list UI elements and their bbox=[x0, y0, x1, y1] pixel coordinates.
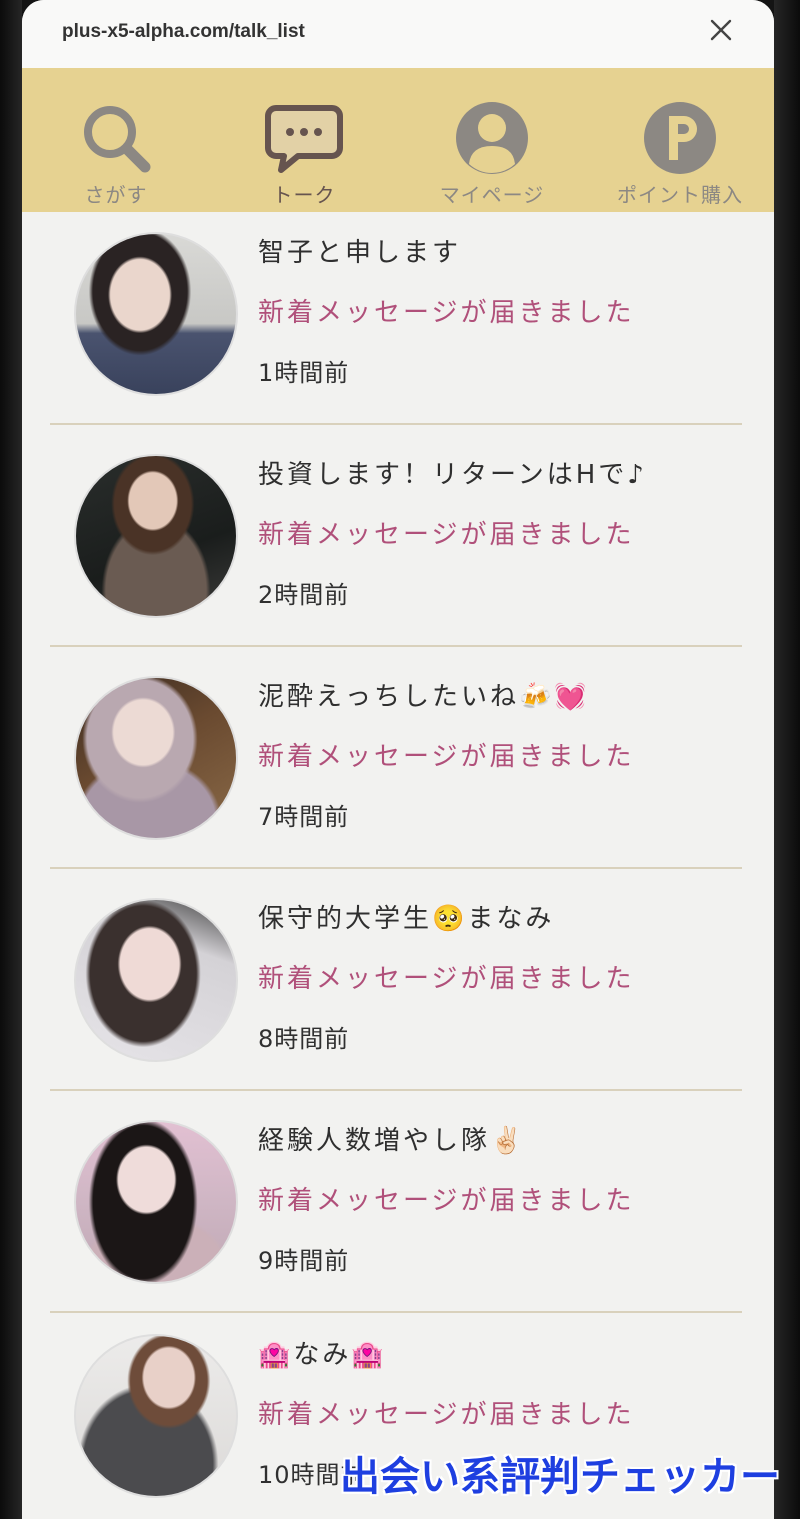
point-p-icon bbox=[640, 98, 720, 178]
talk-text: 保守的大学生🥺まなみ 新着メッセージが届きました 8時間前 bbox=[258, 869, 738, 1089]
nav-item-mypage[interactable]: マイページ bbox=[398, 68, 586, 212]
talk-name: 保守的大学生🥺まなみ bbox=[258, 904, 555, 934]
talk-message: 新着メッセージが届きました bbox=[258, 520, 635, 550]
talk-item[interactable]: 保守的大学生🥺まなみ 新着メッセージが届きました 8時間前 bbox=[50, 869, 742, 1091]
user-circle-icon bbox=[452, 98, 532, 178]
browser-url-bar: plus-x5-alpha.com/talk_list bbox=[22, 0, 774, 68]
talk-text: 経験人数増やし隊✌🏻 新着メッセージが届きました 9時間前 bbox=[258, 1091, 738, 1311]
avatar bbox=[74, 676, 238, 840]
talk-list: 智子と申します 新着メッセージが届きました 1時間前 投資します！リターンはHで… bbox=[22, 203, 774, 1519]
talk-message: 新着メッセージが届きました bbox=[258, 1400, 635, 1430]
talk-message: 新着メッセージが届きました bbox=[258, 742, 635, 772]
talk-message: 新着メッセージが届きました bbox=[258, 1186, 635, 1216]
talk-message: 新着メッセージが届きました bbox=[258, 298, 635, 328]
phone-bezel-right bbox=[774, 0, 800, 1519]
chat-bubble-icon bbox=[264, 98, 344, 178]
talk-name: 経験人数増やし隊✌🏻 bbox=[258, 1126, 526, 1156]
talk-item[interactable]: 智子と申します 新着メッセージが届きました 1時間前 bbox=[50, 203, 742, 425]
talk-name: 投資します！リターンはHで♪ bbox=[258, 460, 647, 490]
close-icon bbox=[710, 19, 732, 41]
talk-name: 智子と申します bbox=[258, 238, 462, 268]
url-text[interactable]: plus-x5-alpha.com/talk_list bbox=[62, 21, 305, 43]
watermark: 出会い系評判チェッカー bbox=[340, 1454, 780, 1500]
talk-item[interactable]: 経験人数増やし隊✌🏻 新着メッセージが届きました 9時間前 bbox=[50, 1091, 742, 1313]
avatar bbox=[74, 232, 238, 396]
avatar bbox=[74, 454, 238, 618]
talk-time: 1時間前 bbox=[258, 359, 350, 387]
main-nav: さがす トーク マイページ ポイント購入 bbox=[22, 68, 774, 212]
nav-item-search[interactable]: さがす bbox=[22, 68, 210, 212]
talk-time: 7時間前 bbox=[258, 803, 350, 831]
phone-screen: plus-x5-alpha.com/talk_list さがす トーク マイペー… bbox=[22, 0, 774, 1519]
avatar bbox=[74, 1120, 238, 1284]
talk-time: 8時間前 bbox=[258, 1025, 350, 1053]
nav-item-points[interactable]: ポイント購入 bbox=[586, 68, 774, 212]
search-icon bbox=[76, 98, 156, 178]
talk-time: 9時間前 bbox=[258, 1247, 350, 1275]
avatar bbox=[74, 1334, 238, 1498]
phone-bezel-left bbox=[0, 0, 22, 1519]
close-button[interactable] bbox=[708, 17, 734, 43]
talk-time: 2時間前 bbox=[258, 581, 350, 609]
talk-name: 🏩なみ🏩 bbox=[258, 1340, 387, 1370]
talk-item[interactable]: 投資します！リターンはHで♪ 新着メッセージが届きました 2時間前 bbox=[50, 425, 742, 647]
talk-text: 智子と申します 新着メッセージが届きました 1時間前 bbox=[258, 203, 738, 423]
talk-name: 泥酔えっちしたいね🍻💓 bbox=[258, 682, 590, 712]
talk-item[interactable]: 泥酔えっちしたいね🍻💓 新着メッセージが届きました 7時間前 bbox=[50, 647, 742, 869]
avatar bbox=[74, 898, 238, 1062]
talk-text: 投資します！リターンはHで♪ 新着メッセージが届きました 2時間前 bbox=[258, 425, 738, 645]
talk-message: 新着メッセージが届きました bbox=[258, 964, 635, 994]
nav-item-talk[interactable]: トーク bbox=[210, 68, 398, 212]
talk-text: 泥酔えっちしたいね🍻💓 新着メッセージが届きました 7時間前 bbox=[258, 647, 738, 867]
